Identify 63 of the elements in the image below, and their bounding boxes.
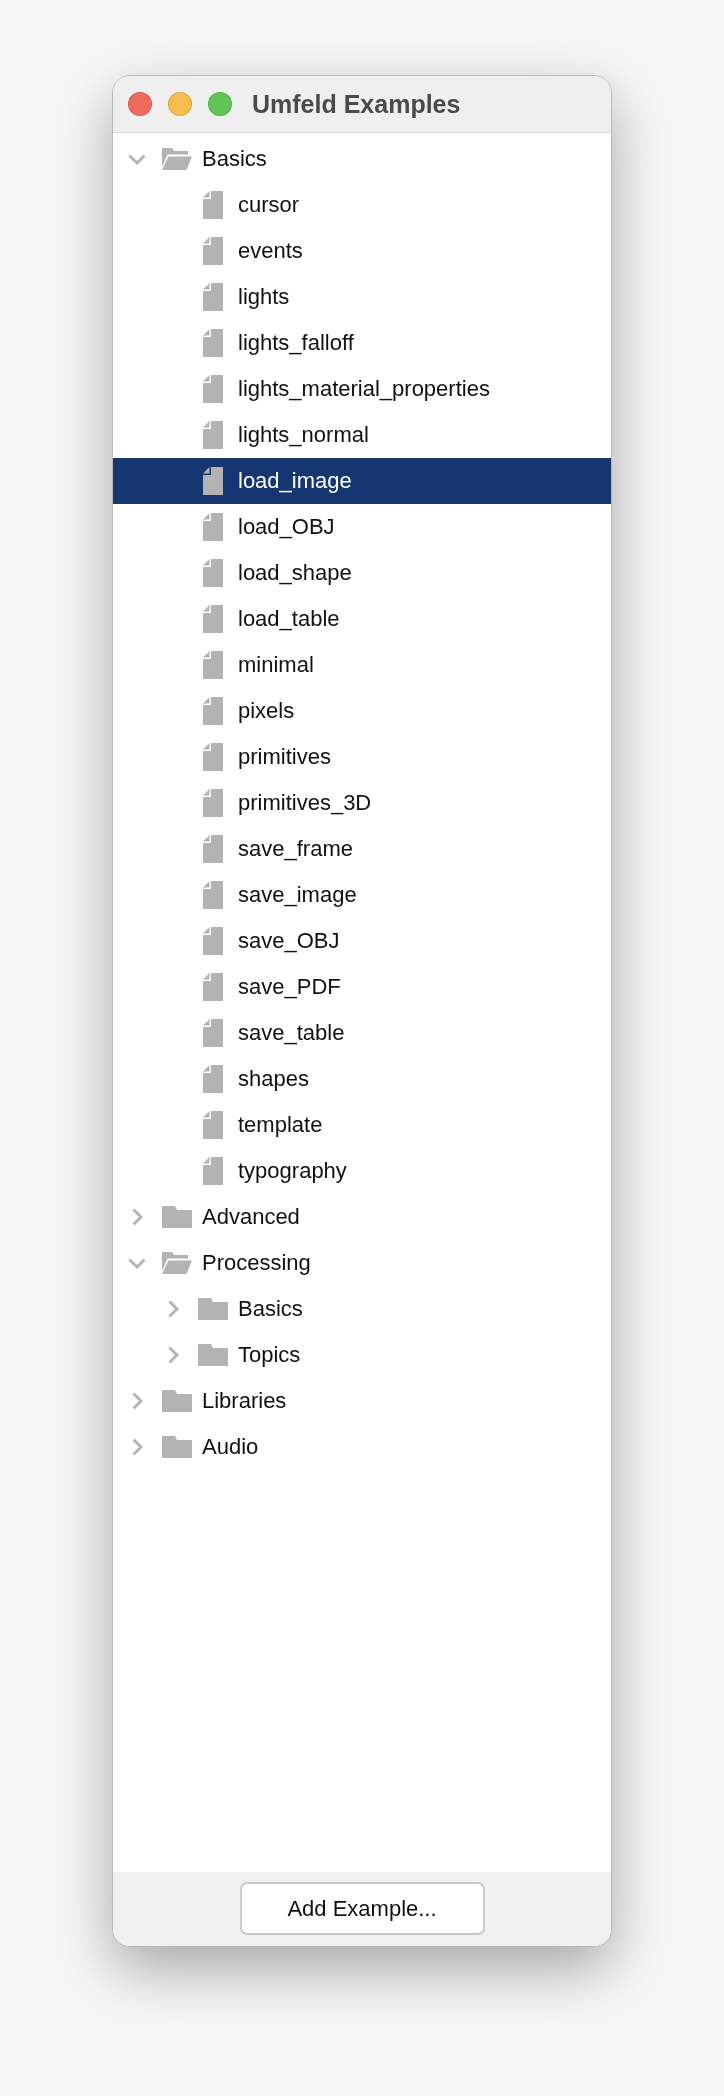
tree-item[interactable]: Libraries bbox=[113, 1378, 611, 1424]
window-title: Umfeld Examples bbox=[252, 89, 461, 119]
file-icon bbox=[203, 697, 223, 725]
tree-item[interactable]: Advanced bbox=[113, 1194, 611, 1240]
chevron-right-icon[interactable] bbox=[131, 1208, 143, 1226]
file-icon bbox=[203, 237, 223, 265]
tree-item[interactable]: load_shape bbox=[113, 550, 611, 596]
tree-item[interactable]: typography bbox=[113, 1148, 611, 1194]
tree-item[interactable]: load_image bbox=[113, 458, 611, 504]
file-icon bbox=[203, 1157, 223, 1185]
file-icon bbox=[203, 835, 223, 863]
file-icon bbox=[203, 1111, 223, 1139]
tree-item[interactable]: Basics bbox=[113, 136, 611, 182]
file-icon bbox=[203, 329, 223, 357]
chevron-right-icon[interactable] bbox=[131, 1438, 143, 1456]
file-icon bbox=[203, 421, 223, 449]
file-icon bbox=[203, 789, 223, 817]
chevron-right-icon[interactable] bbox=[131, 1392, 143, 1410]
close-button[interactable] bbox=[128, 92, 152, 116]
chevron-right-icon[interactable] bbox=[167, 1346, 179, 1364]
file-icon bbox=[203, 1065, 223, 1093]
tree-item[interactable]: lights_falloff bbox=[113, 320, 611, 366]
tree-item[interactable]: Topics bbox=[113, 1332, 611, 1378]
tree-item[interactable]: events bbox=[113, 228, 611, 274]
file-icon bbox=[203, 1019, 223, 1047]
tree-item[interactable]: shapes bbox=[113, 1056, 611, 1102]
file-icon bbox=[203, 467, 223, 495]
tree-item[interactable]: load_table bbox=[113, 596, 611, 642]
file-icon bbox=[203, 513, 223, 541]
file-icon bbox=[203, 375, 223, 403]
tree-item[interactable]: cursor bbox=[113, 182, 611, 228]
tree-item[interactable]: Processing bbox=[113, 1240, 611, 1286]
tree-item[interactable]: load_OBJ bbox=[113, 504, 611, 550]
tree-item[interactable]: primitives_3D bbox=[113, 780, 611, 826]
tree-item[interactable]: Audio bbox=[113, 1424, 611, 1470]
tree-item[interactable]: save_frame bbox=[113, 826, 611, 872]
tree-item[interactable]: template bbox=[113, 1102, 611, 1148]
chevron-right-icon[interactable] bbox=[167, 1300, 179, 1318]
file-icon bbox=[203, 605, 223, 633]
zoom-button[interactable] bbox=[208, 92, 232, 116]
chevron-down-icon[interactable] bbox=[128, 1257, 146, 1269]
file-icon bbox=[203, 559, 223, 587]
chevron-down-icon[interactable] bbox=[128, 153, 146, 165]
tree-item[interactable]: lights_normal bbox=[113, 412, 611, 458]
file-icon bbox=[203, 191, 223, 219]
tree-item[interactable]: save_PDF bbox=[113, 964, 611, 1010]
file-icon bbox=[203, 881, 223, 909]
tree-item[interactable]: lights bbox=[113, 274, 611, 320]
tree-item[interactable]: lights_material_properties bbox=[113, 366, 611, 412]
tree-item[interactable]: save_table bbox=[113, 1010, 611, 1056]
tree-item[interactable]: pixels bbox=[113, 688, 611, 734]
tree-item[interactable]: Basics bbox=[113, 1286, 611, 1332]
minimize-button[interactable] bbox=[168, 92, 192, 116]
tree-item[interactable]: primitives bbox=[113, 734, 611, 780]
file-icon bbox=[203, 283, 223, 311]
file-icon bbox=[203, 973, 223, 1001]
tree-item[interactable]: save_OBJ bbox=[113, 918, 611, 964]
file-icon bbox=[203, 927, 223, 955]
tree-item[interactable]: save_image bbox=[113, 872, 611, 918]
file-icon bbox=[203, 743, 223, 771]
file-icon bbox=[203, 651, 223, 679]
tree-item[interactable]: minimal bbox=[113, 642, 611, 688]
add-example-button[interactable]: Add Example... bbox=[239, 1882, 485, 1935]
